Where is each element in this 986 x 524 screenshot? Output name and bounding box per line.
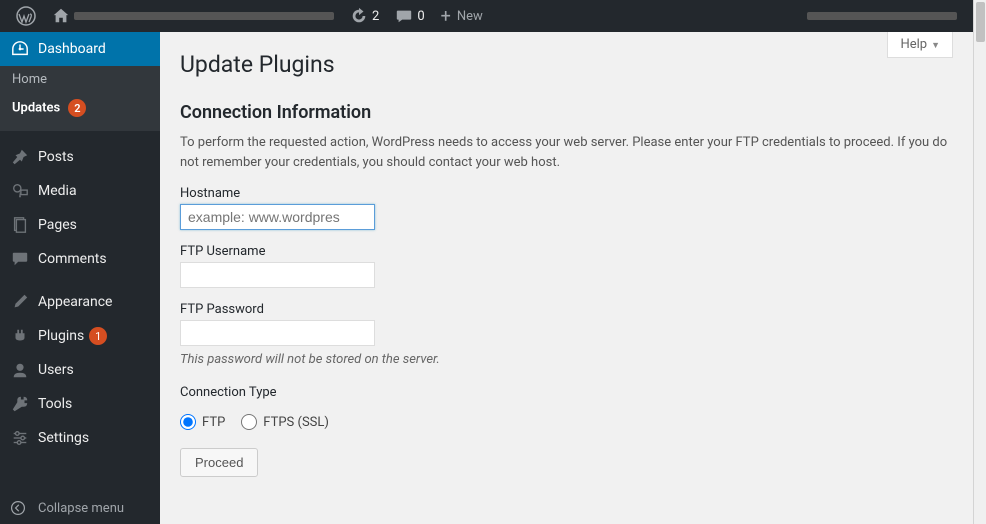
sidebar-label: Dashboard	[38, 41, 106, 57]
sidebar-label: Users	[38, 362, 74, 378]
pin-icon	[10, 148, 30, 166]
sidebar-label: Pages	[38, 217, 77, 233]
sidebar-label: Plugins	[38, 328, 84, 344]
brush-icon	[10, 293, 30, 311]
collapse-menu[interactable]: Collapse menu	[0, 492, 160, 524]
user-name-redacted	[807, 12, 957, 20]
comments-count: 0	[417, 9, 424, 24]
admin-bar: 2 0 + New	[0, 0, 973, 32]
sidebar-item-posts[interactable]: Posts	[0, 140, 160, 174]
site-home[interactable]	[44, 0, 342, 32]
updates-badge: 2	[68, 99, 86, 117]
sidebar-label: Settings	[38, 430, 89, 446]
updates-count: 2	[372, 9, 379, 24]
user-icon	[10, 361, 30, 379]
connection-type-label: Connection Type	[180, 385, 953, 400]
vertical-scrollbar[interactable]	[973, 0, 986, 524]
sidebar-label: Comments	[38, 251, 107, 267]
proceed-button[interactable]: Proceed	[180, 448, 258, 477]
user-account[interactable]	[799, 0, 965, 32]
chevron-down-icon: ▼	[931, 41, 940, 51]
radio-ftp-label[interactable]: FTP	[202, 415, 225, 430]
password-hint: This password will not be stored on the …	[180, 352, 953, 367]
collapse-label: Collapse menu	[38, 501, 124, 516]
description: To perform the requested action, WordPre…	[180, 133, 953, 172]
ftp-password-label: FTP Password	[180, 302, 953, 317]
sidebar-item-media[interactable]: Media	[0, 174, 160, 208]
comment-icon	[395, 7, 413, 25]
admin-sidebar: Dashboard Home Updates 2 Posts Media	[0, 32, 160, 524]
ftp-username-label: FTP Username	[180, 244, 953, 259]
plugins-badge: 1	[89, 327, 107, 345]
hostname-input[interactable]	[180, 204, 375, 230]
plus-icon: +	[441, 6, 451, 27]
dashboard-submenu: Home Updates 2	[0, 66, 160, 131]
sidebar-item-pages[interactable]: Pages	[0, 208, 160, 242]
ftp-username-input[interactable]	[180, 262, 375, 288]
dashboard-icon	[10, 40, 30, 58]
sidebar-item-plugins[interactable]: Plugins 1	[0, 319, 160, 353]
site-name-redacted	[74, 12, 334, 20]
sidebar-sub-home[interactable]: Home	[0, 66, 160, 93]
refresh-icon	[350, 7, 368, 25]
sidebar-item-dashboard[interactable]: Dashboard	[0, 32, 160, 66]
scrollbar-thumb[interactable]	[976, 2, 985, 42]
sidebar-item-appearance[interactable]: Appearance	[0, 285, 160, 319]
section-title: Connection Information	[180, 102, 953, 123]
radio-ftp[interactable]	[180, 414, 196, 430]
new-label: New	[457, 9, 483, 24]
sidebar-item-users[interactable]: Users	[0, 353, 160, 387]
main-content: Help▼ Update Plugins Connection Informat…	[160, 32, 973, 524]
hostname-label: Hostname	[180, 186, 953, 201]
comments-indicator[interactable]: 0	[387, 0, 432, 32]
media-icon	[10, 182, 30, 200]
wrench-icon	[10, 395, 30, 413]
plug-icon	[10, 327, 30, 345]
updates-indicator[interactable]: 2	[342, 0, 387, 32]
page-title: Update Plugins	[180, 42, 953, 82]
pages-icon	[10, 216, 30, 234]
collapse-icon	[10, 500, 30, 516]
sliders-icon	[10, 429, 30, 447]
ftp-password-input[interactable]	[180, 320, 375, 346]
radio-ftps[interactable]	[241, 414, 257, 430]
sidebar-sub-updates[interactable]: Updates 2	[0, 93, 160, 123]
wp-logo[interactable]	[8, 0, 44, 32]
sidebar-label: Media	[38, 183, 77, 199]
sidebar-label: Tools	[38, 396, 72, 412]
sidebar-item-comments[interactable]: Comments	[0, 242, 160, 276]
comments-icon	[10, 250, 30, 268]
sidebar-item-tools[interactable]: Tools	[0, 387, 160, 421]
wordpress-icon	[16, 6, 36, 26]
new-content[interactable]: + New	[433, 0, 491, 32]
radio-ftps-label[interactable]: FTPS (SSL)	[263, 415, 329, 430]
sidebar-item-settings[interactable]: Settings	[0, 421, 160, 455]
sidebar-label: Posts	[38, 149, 74, 165]
sidebar-label: Appearance	[38, 294, 112, 310]
home-icon	[52, 7, 70, 25]
help-tab[interactable]: Help▼	[887, 32, 953, 58]
